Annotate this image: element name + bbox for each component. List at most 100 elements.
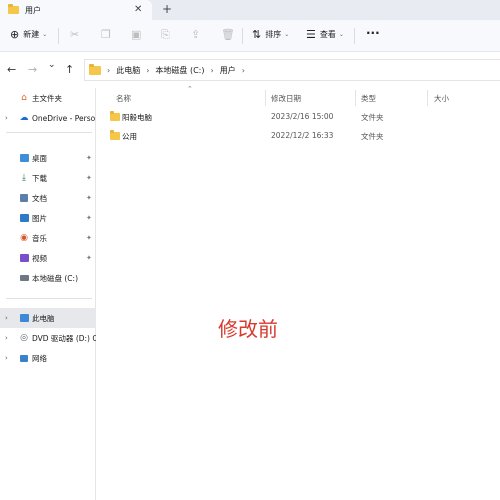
folder-icon: [89, 63, 101, 75]
pin-icon[interactable]: ✦: [86, 174, 92, 182]
sidebar-item-label: 视频: [32, 253, 47, 263]
breadcrumb-users[interactable]: 用户: [220, 65, 236, 76]
sidebar-item-downloads[interactable]: ⤓ 下载 ✦: [0, 168, 96, 188]
music-icon: ◉: [20, 233, 28, 243]
file-type: 文件夹: [361, 113, 384, 122]
breadcrumb-local-disk[interactable]: 本地磁盘 (C:): [155, 65, 204, 76]
breadcrumb-separator: ›: [146, 65, 150, 75]
trash-icon: 🗑: [221, 28, 235, 41]
file-type: 文件夹: [361, 132, 384, 141]
sidebar-item-label: 音乐: [32, 233, 47, 243]
more-options-button[interactable]: ···: [366, 26, 380, 40]
column-header-type[interactable]: 类型: [361, 93, 376, 104]
document-icon: [19, 193, 29, 203]
sidebar-item-dvd-drive[interactable]: › ◎ DVD 驱动器 (D:) C: [0, 328, 96, 348]
sidebar-item-home[interactable]: ⌂ 主文件夹: [0, 88, 96, 108]
pin-icon[interactable]: ✦: [86, 154, 92, 162]
chevron-right-icon[interactable]: ›: [5, 114, 8, 122]
close-tab-icon[interactable]: ✕: [134, 4, 142, 16]
sidebar-item-label: 文档: [32, 193, 47, 203]
paste-button[interactable]: ▣: [131, 28, 145, 41]
copy-button[interactable]: ❐: [101, 28, 115, 41]
sidebar-item-music[interactable]: ◉ 音乐 ✦: [0, 228, 96, 248]
address-bar[interactable]: › 此电脑 › 本地磁盘 (C:) › 用户 ›: [84, 59, 500, 81]
forward-button[interactable]: →: [28, 63, 37, 76]
recent-locations-button[interactable]: ⌄: [48, 60, 56, 70]
file-modified: 2023/2/16 15:00: [271, 112, 334, 121]
up-button[interactable]: ↑: [65, 63, 74, 76]
chevron-right-icon[interactable]: ›: [5, 334, 8, 342]
breadcrumb-separator: ›: [107, 65, 111, 75]
chevron-right-icon[interactable]: ›: [5, 314, 8, 322]
breadcrumb-this-pc[interactable]: 此电脑: [116, 65, 140, 76]
column-divider[interactable]: [355, 90, 356, 106]
file-row[interactable]: 阳毅电脑 2023/2/16 15:00 文件夹: [105, 108, 500, 126]
sidebar-item-this-pc[interactable]: › 此电脑: [0, 308, 96, 328]
sidebar-divider: [6, 132, 92, 133]
rename-button[interactable]: ⎘: [161, 28, 174, 42]
video-icon: [19, 253, 29, 263]
back-button[interactable]: ←: [7, 63, 16, 76]
toolbar-divider: [242, 28, 243, 44]
tab-users[interactable]: 用户 ✕: [0, 0, 152, 20]
sidebar-item-label: 网络: [32, 353, 47, 363]
sidebar-item-local-disk[interactable]: 本地磁盘 (C:): [0, 268, 96, 288]
pin-icon[interactable]: ✦: [86, 254, 92, 262]
sidebar-item-onedrive[interactable]: › ☁ OneDrive - Perso: [0, 108, 96, 128]
sort-ascending-icon: ⌃: [187, 85, 193, 93]
chevron-down-icon: ⌄: [338, 31, 344, 38]
toolbar-divider: [58, 28, 59, 44]
pin-icon[interactable]: ✦: [86, 214, 92, 222]
sidebar-divider: [6, 298, 92, 299]
new-button[interactable]: ⊕ 新建 ⌄: [10, 28, 47, 41]
toolbar-divider: [354, 28, 355, 44]
column-header-modified[interactable]: 修改日期: [271, 93, 301, 104]
pin-icon[interactable]: ✦: [86, 234, 92, 242]
cut-button[interactable]: ✂: [70, 28, 83, 41]
tab-label: 用户: [25, 5, 41, 15]
column-header-size[interactable]: 大小: [434, 93, 449, 104]
file-name: 阳毅电脑: [122, 113, 152, 122]
pin-icon[interactable]: ✦: [86, 194, 92, 202]
cloud-icon: ☁: [19, 113, 29, 123]
sidebar-item-label: 下载: [32, 173, 47, 183]
sidebar-item-network[interactable]: › 网络: [0, 348, 96, 368]
sidebar-item-label: 主文件夹: [32, 93, 62, 103]
sort-icon: ⇅: [252, 28, 262, 41]
network-icon: [19, 353, 29, 363]
dvd-icon: ◎: [20, 333, 28, 343]
sidebar-item-videos[interactable]: 视频 ✦: [0, 248, 96, 268]
view-button[interactable]: ☰ 查看 ⌄: [306, 28, 344, 41]
chevron-right-icon[interactable]: ›: [5, 354, 8, 362]
sidebar-item-label: 本地磁盘 (C:): [32, 273, 78, 283]
navigation-bar: ← → ⌄ ↑ › 此电脑 › 本地磁盘 (C:) › 用户 ›: [0, 52, 500, 88]
file-list: ⌃ 名称 修改日期 类型 大小 阳毅电脑 2023/2/16 15:00 文件夹…: [97, 85, 500, 500]
column-divider[interactable]: [265, 90, 266, 106]
share-icon: ⇪: [191, 28, 201, 41]
sidebar-item-desktop[interactable]: 桌面 ✦: [0, 148, 96, 168]
column-divider[interactable]: [427, 90, 428, 106]
sidebar-item-label: 桌面: [32, 153, 47, 163]
column-header-name[interactable]: 名称: [116, 93, 131, 104]
download-icon: ⤓: [22, 173, 26, 183]
delete-button[interactable]: 🗑: [221, 28, 239, 41]
home-icon: ⌂: [21, 93, 27, 103]
sidebar-item-documents[interactable]: 文档 ✦: [0, 188, 96, 208]
folder-icon: [110, 111, 120, 121]
sort-label: 排序: [265, 30, 282, 39]
sort-button[interactable]: ⇅ 排序 ⌄: [252, 28, 289, 41]
folder-icon: [8, 4, 19, 14]
picture-icon: [19, 213, 29, 223]
share-button[interactable]: ⇪: [191, 28, 204, 41]
chevron-down-icon: ⌄: [284, 31, 290, 38]
folder-icon: [110, 130, 120, 140]
sidebar-item-label: DVD 驱动器 (D:) C: [32, 333, 96, 343]
sidebar-item-pictures[interactable]: 图片 ✦: [0, 208, 96, 228]
command-bar: ⊕ 新建 ⌄ ✂ ❐ ▣ ⎘ ⇪ 🗑 ⇅ 排序 ⌄ ☰ 查看 ⌄ ···: [0, 20, 500, 52]
new-label: 新建: [23, 30, 40, 39]
clipboard-icon: ▣: [131, 28, 142, 41]
chevron-down-icon: ⌄: [42, 31, 48, 38]
file-row[interactable]: 公用 2022/12/2 16:33 文件夹: [105, 127, 500, 145]
new-tab-button[interactable]: +: [162, 2, 172, 16]
view-label: 查看: [319, 30, 336, 39]
